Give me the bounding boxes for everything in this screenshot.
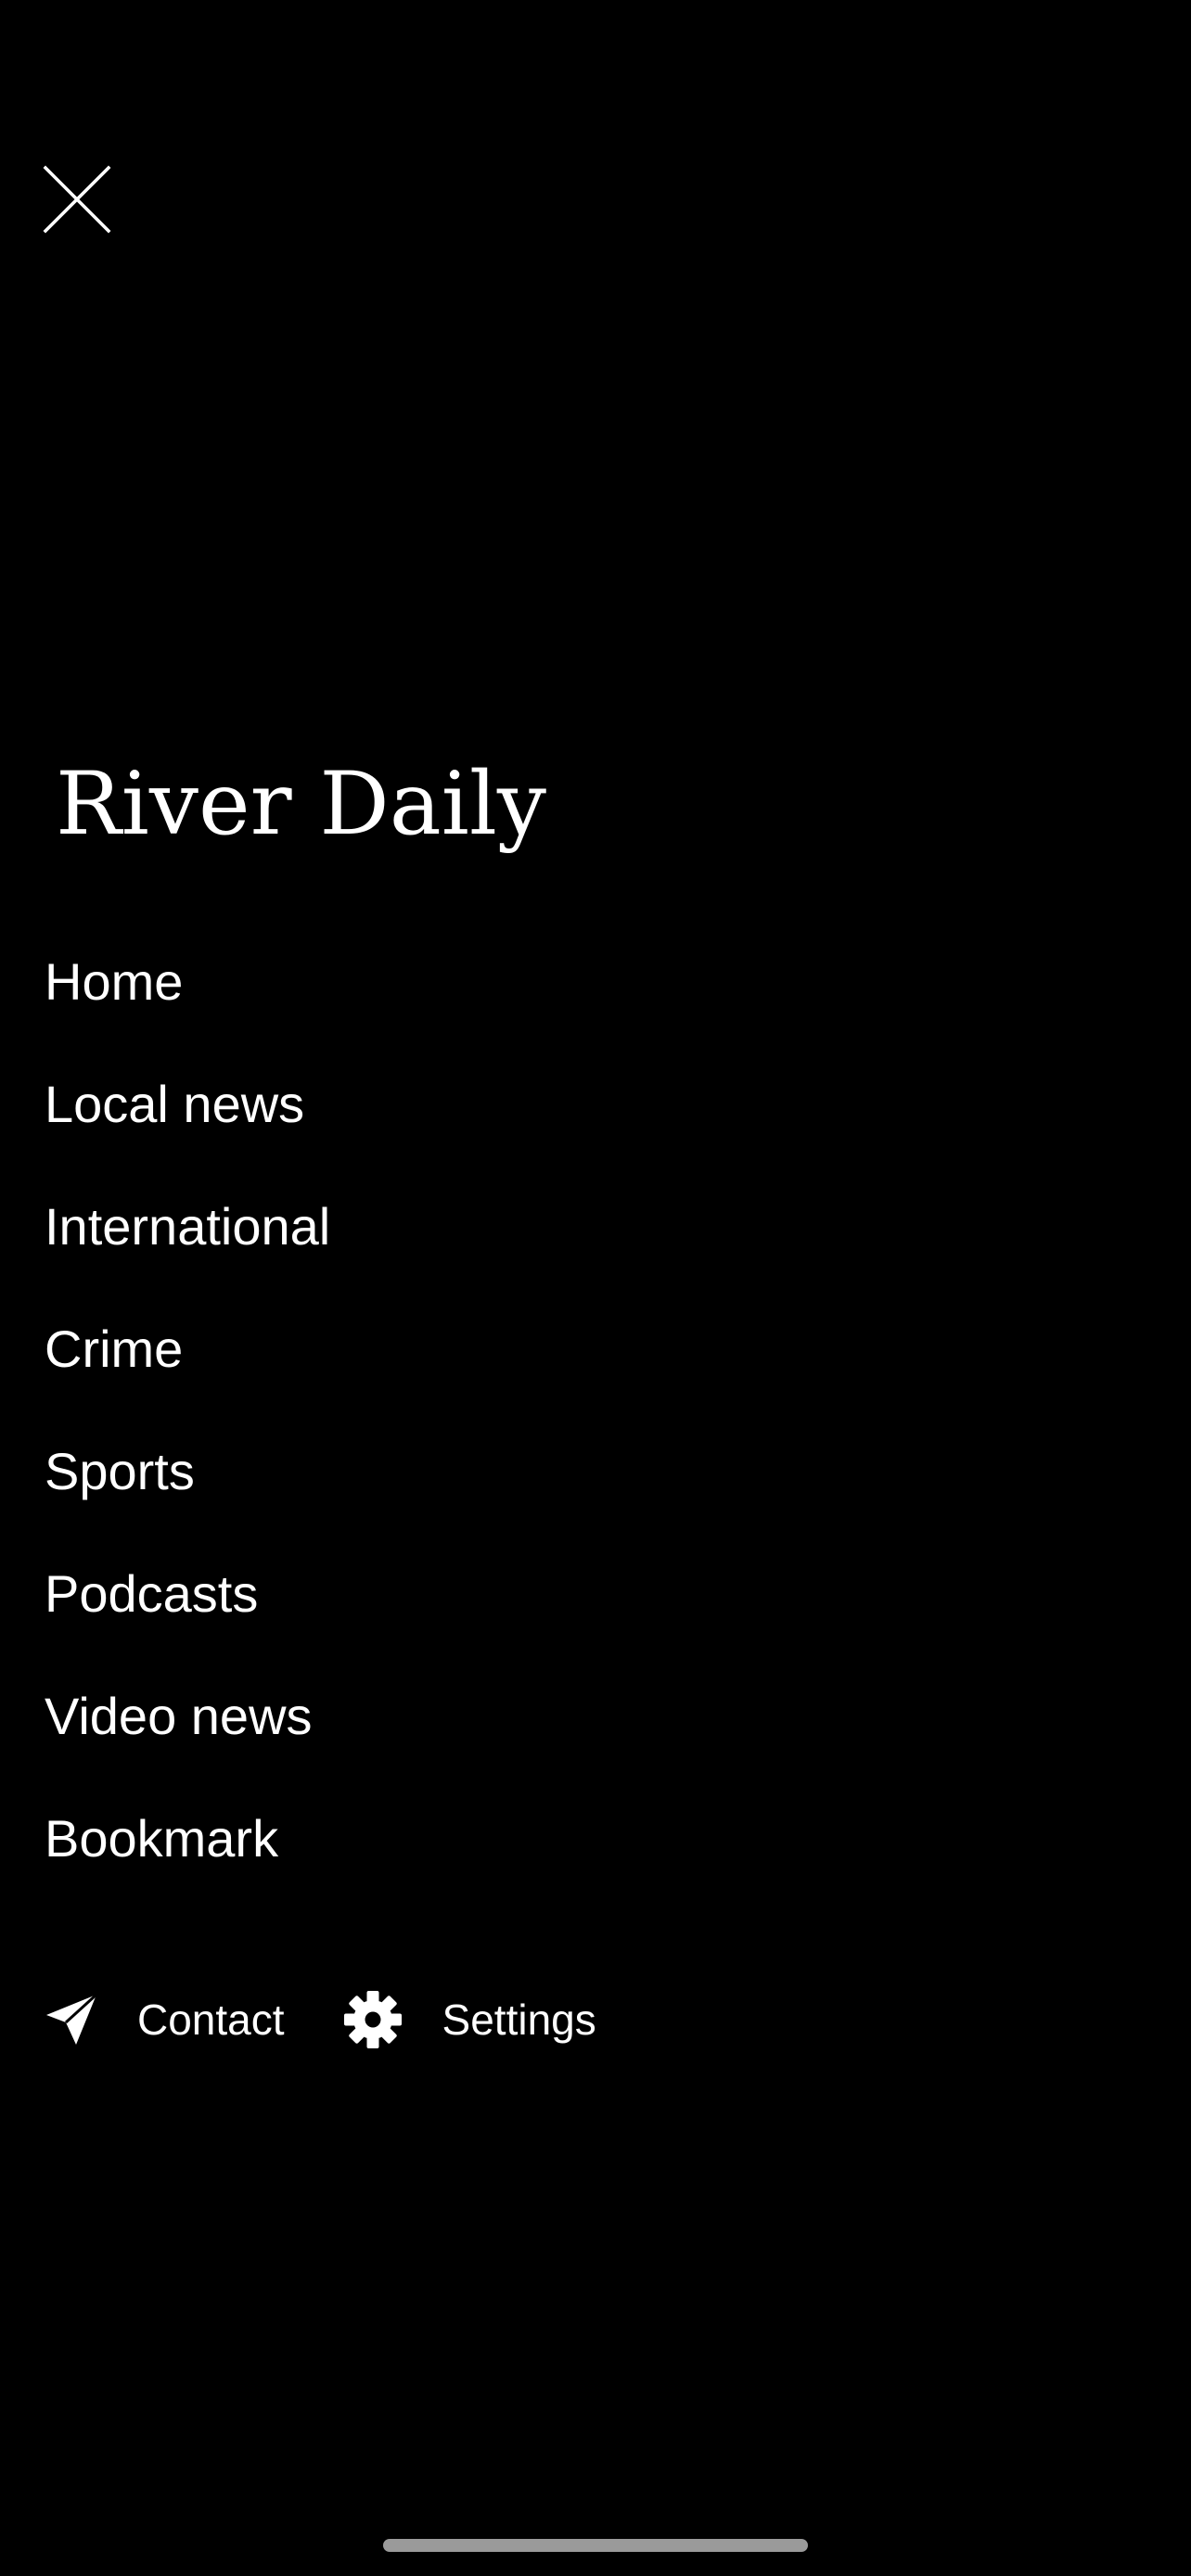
footer-links: Contact Settings — [45, 1984, 596, 2055]
menu-item-video-news[interactable]: Video news — [45, 1676, 330, 1798]
paper-plane-icon — [45, 1993, 98, 2047]
contact-label: Contact — [137, 1996, 285, 2044]
contact-link[interactable]: Contact — [45, 1984, 285, 2055]
menu-item-home[interactable]: Home — [45, 941, 330, 1064]
gear-icon — [342, 1989, 403, 2050]
navigation-menu: Home Local news International Crime Spor… — [45, 941, 330, 1920]
menu-item-bookmark[interactable]: Bookmark — [45, 1798, 330, 1920]
menu-item-podcasts[interactable]: Podcasts — [45, 1553, 330, 1676]
menu-item-local-news[interactable]: Local news — [45, 1064, 330, 1186]
settings-link[interactable]: Settings — [342, 1984, 596, 2055]
menu-item-international[interactable]: International — [45, 1186, 330, 1308]
close-button[interactable] — [37, 159, 117, 239]
menu-item-sports[interactable]: Sports — [45, 1431, 330, 1553]
menu-item-crime[interactable]: Crime — [45, 1308, 330, 1431]
brand-title: River Daily — [56, 754, 547, 855]
close-icon — [37, 159, 117, 239]
settings-label: Settings — [442, 1996, 596, 2044]
home-indicator[interactable] — [383, 2539, 808, 2552]
